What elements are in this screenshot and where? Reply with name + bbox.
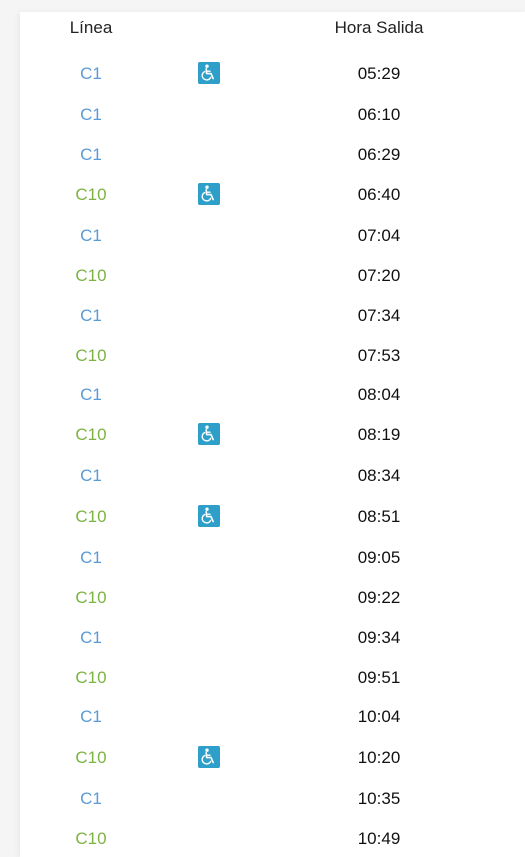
line-code: C1: [80, 707, 102, 726]
table-row: C10 08:19: [20, 423, 525, 447]
table-row: C10 06:40: [20, 183, 525, 207]
departure-time: 06:10: [357, 105, 401, 124]
departure-time: 10:04: [357, 707, 401, 726]
wheelchair-accessible-icon: [198, 505, 220, 527]
departure-time: 06:40: [357, 185, 401, 204]
wheelchair-accessible-icon: [198, 423, 220, 445]
departure-time: 07:34: [357, 306, 401, 325]
table-row: C1 08:04: [20, 383, 525, 407]
departure-time: 09:05: [357, 548, 401, 567]
line-code: C1: [80, 145, 102, 164]
table-row: C1 06:29: [20, 143, 525, 167]
departure-time: 08:04: [357, 385, 401, 404]
table-row: C1 08:34: [20, 464, 525, 488]
line-code: C1: [80, 105, 102, 124]
wheelchair-accessible-icon: [198, 183, 220, 205]
line-code: C10: [75, 748, 107, 767]
table-row: C1 10:04: [20, 705, 525, 729]
wheelchair-accessible-icon: [198, 746, 220, 768]
departure-time: 07:53: [357, 346, 401, 365]
departure-time: 07:04: [357, 226, 401, 245]
table-header: Línea Hora Salida: [20, 12, 525, 46]
line-code: C1: [80, 306, 102, 325]
departure-time: 10:20: [357, 748, 401, 767]
table-row: C10 09:51: [20, 666, 525, 690]
departure-time: 08:19: [357, 425, 401, 444]
table-row: C1 09:34: [20, 626, 525, 650]
wheelchair-accessible-icon: [198, 62, 220, 84]
table-row: C10 07:20: [20, 264, 525, 288]
line-code: C1: [80, 226, 102, 245]
departure-time: 07:20: [357, 266, 401, 285]
line-code: C1: [80, 628, 102, 647]
table-row: C10 09:22: [20, 586, 525, 610]
table-row: C1 06:10: [20, 103, 525, 127]
departure-time: 06:29: [357, 145, 401, 164]
line-code: C1: [80, 466, 102, 485]
departure-time: 09:22: [357, 588, 401, 607]
line-code: C10: [75, 185, 107, 204]
column-header-departure: Hora Salida: [334, 18, 424, 37]
line-code: C10: [75, 829, 107, 848]
column-header-line: Línea: [69, 18, 113, 37]
line-code: C10: [75, 425, 107, 444]
line-code: C10: [75, 346, 107, 365]
line-code: C1: [80, 789, 102, 808]
departure-time: 08:34: [357, 466, 401, 485]
table-row: C10 08:51: [20, 505, 525, 529]
table-row: C10 10:49: [20, 827, 525, 851]
departure-time: 05:29: [357, 64, 401, 83]
line-code: C10: [75, 668, 107, 687]
line-code: C10: [75, 507, 107, 526]
table-row: C1 07:34: [20, 304, 525, 328]
line-code: C1: [80, 64, 102, 83]
departure-time: 09:34: [357, 628, 401, 647]
line-code: C1: [80, 385, 102, 404]
departure-time: 10:49: [357, 829, 401, 848]
table-row: C1 10:35: [20, 787, 525, 811]
departure-time: 08:51: [357, 507, 401, 526]
table-row: C10 10:20: [20, 746, 525, 770]
table-row: C1 09:05: [20, 546, 525, 570]
line-code: C10: [75, 266, 107, 285]
table-row: C1 05:29: [20, 62, 525, 86]
departure-time: 10:35: [357, 789, 401, 808]
line-code: C1: [80, 548, 102, 567]
departure-time: 09:51: [357, 668, 401, 687]
table-row: C1 07:04: [20, 224, 525, 248]
timetable-panel: Línea Hora Salida C1 05:29 C1 06:10 C1 06:29 C…: [20, 12, 525, 857]
line-code: C10: [75, 588, 107, 607]
table-row: C10 07:53: [20, 344, 525, 368]
